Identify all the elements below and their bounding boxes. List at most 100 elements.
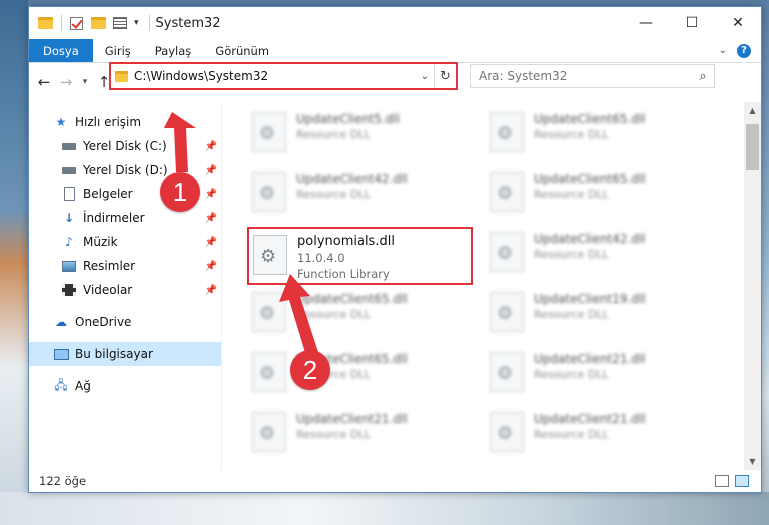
- file-type: Resource DLL: [296, 308, 371, 321]
- desktop-background: [0, 0, 28, 525]
- view-toggle: [715, 475, 761, 487]
- file-list: UpdateClient5.dll Resource DLL UpdateCli…: [222, 102, 761, 470]
- dll-file-icon: [253, 235, 287, 275]
- pin-icon[interactable]: 📌: [205, 285, 217, 296]
- dll-file-icon: [490, 172, 524, 212]
- sidebar-item-label: İndirmeler: [83, 211, 145, 225]
- cloud-icon: ☁: [55, 315, 67, 329]
- step-badge-2: 2: [290, 350, 330, 390]
- list-item[interactable]: UpdateClient65.dll Resource DLL: [252, 348, 478, 406]
- sidebar-item-music[interactable]: ♪ Müzik 📌: [29, 230, 221, 254]
- sidebar-item-label: Ağ: [75, 379, 91, 393]
- navigation-pane: ★ Hızlı erişim Yerel Disk (C:) 📌 Yerel D…: [29, 102, 222, 470]
- list-item[interactable]: UpdateClient42.dll Resource DLL: [490, 228, 716, 286]
- tiles-view-icon[interactable]: [735, 475, 749, 487]
- pin-icon[interactable]: 📌: [205, 141, 217, 152]
- pin-icon[interactable]: 📌: [205, 261, 217, 272]
- file-version: 11.0.4.0: [297, 251, 345, 265]
- pin-icon[interactable]: 📌: [205, 213, 217, 224]
- dll-file-icon: [252, 412, 286, 452]
- list-item[interactable]: UpdateClient21.dll Resource DLL: [490, 348, 716, 406]
- file-name: UpdateClient21.dll: [534, 412, 646, 426]
- file-type: Resource DLL: [534, 128, 609, 141]
- desktop-background-bottom: [0, 492, 769, 525]
- dll-file-icon: [490, 292, 524, 332]
- sidebar-item-label: Müzik: [83, 235, 118, 249]
- file-name: polynomials.dll: [297, 234, 395, 249]
- sidebar-item-label: OneDrive: [75, 315, 132, 329]
- sidebar-item-quick-access[interactable]: ★ Hızlı erişim: [29, 110, 221, 134]
- sidebar-item-this-pc[interactable]: Bu bilgisayar: [29, 342, 221, 366]
- sidebar-item-label: Resimler: [83, 259, 136, 273]
- sidebar-item-pictures[interactable]: Resimler 📌: [29, 254, 221, 278]
- scrollbar-thumb[interactable]: [746, 124, 759, 170]
- network-icon: 🖧: [54, 377, 68, 392]
- sidebar-item-local-disk-c[interactable]: Yerel Disk (C:) 📌: [29, 134, 221, 158]
- drive-icon: [61, 162, 77, 178]
- file-type: Resource DLL: [534, 188, 609, 201]
- dll-file-icon: [252, 112, 286, 152]
- document-icon: [61, 186, 77, 202]
- file-type: Resource DLL: [534, 308, 609, 321]
- dll-file-icon: [252, 292, 286, 332]
- file-name: UpdateClient5.dll: [296, 112, 400, 126]
- file-type: Resource DLL: [296, 188, 371, 201]
- pin-icon[interactable]: 📌: [205, 189, 217, 200]
- file-type: Resource DLL: [296, 428, 371, 441]
- file-name: UpdateClient65.dll: [534, 112, 646, 126]
- sidebar-item-network[interactable]: 🖧 Ağ: [29, 374, 221, 398]
- list-item[interactable]: UpdateClient65.dll Resource DLL: [490, 108, 716, 166]
- sidebar-item-downloads[interactable]: ↓ İndirmeler 📌: [29, 206, 221, 230]
- highlighted-file-polynomials[interactable]: polynomials.dll 11.0.4.0 Function Librar…: [247, 227, 473, 285]
- list-item[interactable]: UpdateClient5.dll Resource DLL: [252, 108, 478, 166]
- list-item[interactable]: UpdateClient65.dll Resource DLL: [490, 168, 716, 226]
- dll-file-icon: [490, 112, 524, 152]
- sidebar-item-videos[interactable]: Videolar 📌: [29, 278, 221, 302]
- sidebar-item-label: Belgeler: [83, 187, 133, 201]
- sidebar-item-label: Hızlı erişim: [75, 115, 142, 129]
- content-area: ★ Hızlı erişim Yerel Disk (C:) 📌 Yerel D…: [29, 102, 761, 470]
- file-name: UpdateClient42.dll: [296, 172, 408, 186]
- file-name: UpdateClient21.dll: [296, 412, 408, 426]
- file-type: Resource DLL: [534, 368, 609, 381]
- file-description: Function Library: [297, 267, 390, 281]
- sidebar-item-label: Yerel Disk (D:): [83, 163, 168, 177]
- dll-file-icon: [252, 352, 286, 392]
- sidebar-item-label: Yerel Disk (C:): [83, 139, 167, 153]
- video-icon: [61, 282, 77, 298]
- dll-file-icon: [490, 232, 524, 272]
- pin-icon[interactable]: 📌: [205, 165, 217, 176]
- file-name: UpdateClient19.dll: [534, 292, 646, 306]
- dll-file-icon: [252, 172, 286, 212]
- file-name: UpdateClient42.dll: [534, 232, 646, 246]
- sidebar-item-onedrive[interactable]: ☁ OneDrive: [29, 310, 221, 334]
- vertical-scrollbar[interactable]: ▲ ▼: [744, 102, 761, 470]
- file-type: Resource DLL: [534, 428, 609, 441]
- scroll-down-icon[interactable]: ▼: [744, 453, 761, 470]
- drive-icon: [61, 138, 77, 154]
- details-view-icon[interactable]: [715, 475, 729, 487]
- pin-icon[interactable]: 📌: [205, 237, 217, 248]
- star-icon: ★: [55, 115, 67, 129]
- computer-icon: [53, 346, 69, 362]
- list-item[interactable]: UpdateClient65.dll Resource DLL: [252, 288, 478, 346]
- step-badge-1: 1: [160, 172, 200, 212]
- list-item[interactable]: UpdateClient42.dll Resource DLL: [252, 168, 478, 226]
- file-name: UpdateClient65.dll: [534, 172, 646, 186]
- item-count: 122 öğe: [39, 474, 87, 488]
- scroll-up-icon[interactable]: ▲: [744, 102, 761, 119]
- list-item[interactable]: UpdateClient21.dll Resource DLL: [252, 408, 478, 466]
- file-type: Resource DLL: [296, 128, 371, 141]
- pictures-icon: [61, 258, 77, 274]
- file-type: Resource DLL: [534, 248, 609, 261]
- music-icon: ♪: [65, 235, 73, 249]
- dll-file-icon: [490, 412, 524, 452]
- sidebar-item-label: Bu bilgisayar: [75, 347, 153, 361]
- download-icon: ↓: [63, 211, 75, 225]
- sidebar-item-label: Videolar: [83, 283, 133, 297]
- list-item[interactable]: UpdateClient19.dll Resource DLL: [490, 288, 716, 346]
- file-name: UpdateClient21.dll: [534, 352, 646, 366]
- list-item[interactable]: UpdateClient21.dll Resource DLL: [490, 408, 716, 466]
- file-name: UpdateClient65.dll: [296, 292, 408, 306]
- status-bar: 122 öğe: [29, 470, 761, 492]
